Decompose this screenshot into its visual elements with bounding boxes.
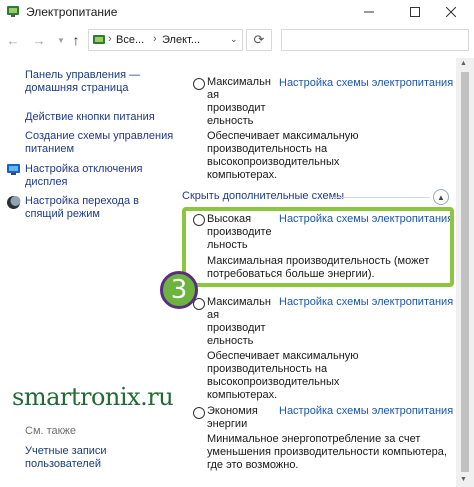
scroll-down-arrow-icon[interactable]: ▼ <box>460 476 467 483</box>
sleep-settings-link[interactable]: Настройка перехода в спящий режим <box>25 195 139 221</box>
plan-name: Максимальн ая производит ельность <box>207 296 271 347</box>
control-panel-home-link[interactable]: Панель управления — домашняя страница <box>25 69 140 95</box>
plan-settings-link[interactable]: Настройка схемы электропитания <box>279 296 453 308</box>
window-title: Электропитание <box>26 5 118 19</box>
display-icon <box>7 164 20 175</box>
highlight-box <box>182 207 454 287</box>
minimize-button[interactable] <box>346 0 392 24</box>
breadcrumb-item-power[interactable]: Элект... <box>162 34 200 46</box>
vertical-scrollbar[interactable]: ▲ ▼ <box>456 58 474 487</box>
search-input[interactable] <box>281 29 469 51</box>
refresh-icon: ⟳ <box>253 32 265 47</box>
breadcrumb[interactable]: › Все... › Элект... ⌄ <box>88 29 243 51</box>
title-bar: Электропитание <box>0 0 474 24</box>
create-power-plan-link[interactable]: Создание схемы управления питанием <box>25 130 173 156</box>
clipped-text: пригодных для этого оборудования) <box>206 58 436 60</box>
plan-settings-link[interactable]: Настройка схемы электропитания <box>279 77 453 89</box>
forward-arrow-icon[interactable]: → <box>30 32 48 48</box>
back-arrow-icon[interactable]: ← <box>4 32 22 48</box>
sleep-moon-icon <box>7 196 21 209</box>
power-button-action-link[interactable]: Действие кнопки питания <box>25 111 155 124</box>
section-divider <box>330 197 430 198</box>
watermark: smartronix.ru <box>12 383 174 411</box>
chevron-down-icon[interactable]: ⌄ <box>230 34 238 45</box>
plan-radio-max-perf-top[interactable] <box>193 78 205 90</box>
left-navigation-pane: Панель управления — домашняя страница Де… <box>0 58 178 487</box>
plan-settings-link[interactable]: Настройка схемы электропитания <box>279 405 453 417</box>
plan-description: Обеспечивает максимальную производительн… <box>207 130 359 181</box>
plan-radio-power-saver[interactable] <box>193 407 205 419</box>
chevron-right-icon: › <box>108 33 112 45</box>
scroll-up-arrow-icon[interactable]: ▲ <box>460 60 467 67</box>
breadcrumb-item-all[interactable]: Все... <box>116 34 144 46</box>
power-options-icon <box>7 6 19 17</box>
control-panel-icon <box>93 35 105 44</box>
plan-description: Минимальное энергопотребление за счет ум… <box>207 433 447 471</box>
step-badge: 3 <box>160 271 198 309</box>
see-also-heading: См. также <box>25 425 76 437</box>
chevron-right-icon: › <box>153 33 157 45</box>
close-button[interactable] <box>428 0 474 24</box>
up-arrow-icon[interactable]: ↑ <box>67 32 85 48</box>
scrollbar-thumb[interactable] <box>461 72 469 472</box>
display-off-settings-link[interactable]: Настройка отключения дисплея <box>25 163 143 189</box>
user-accounts-link[interactable]: Учетные записи пользователей <box>25 445 107 471</box>
plan-description: Обеспечивает максимальную производительн… <box>207 350 359 401</box>
address-bar: ← → ▼ ↑ › Все... › Элект... ⌄ ⟳ <box>0 26 474 54</box>
collapse-chevron-up-icon[interactable]: ▲ <box>433 189 449 205</box>
refresh-button[interactable]: ⟳ <box>246 29 272 51</box>
plan-name: Экономия энергии <box>207 405 258 430</box>
hide-additional-plans-label[interactable]: Скрыть дополнительные схемы <box>182 190 344 202</box>
plan-name: Максимальн ая производит ельность <box>207 76 271 127</box>
